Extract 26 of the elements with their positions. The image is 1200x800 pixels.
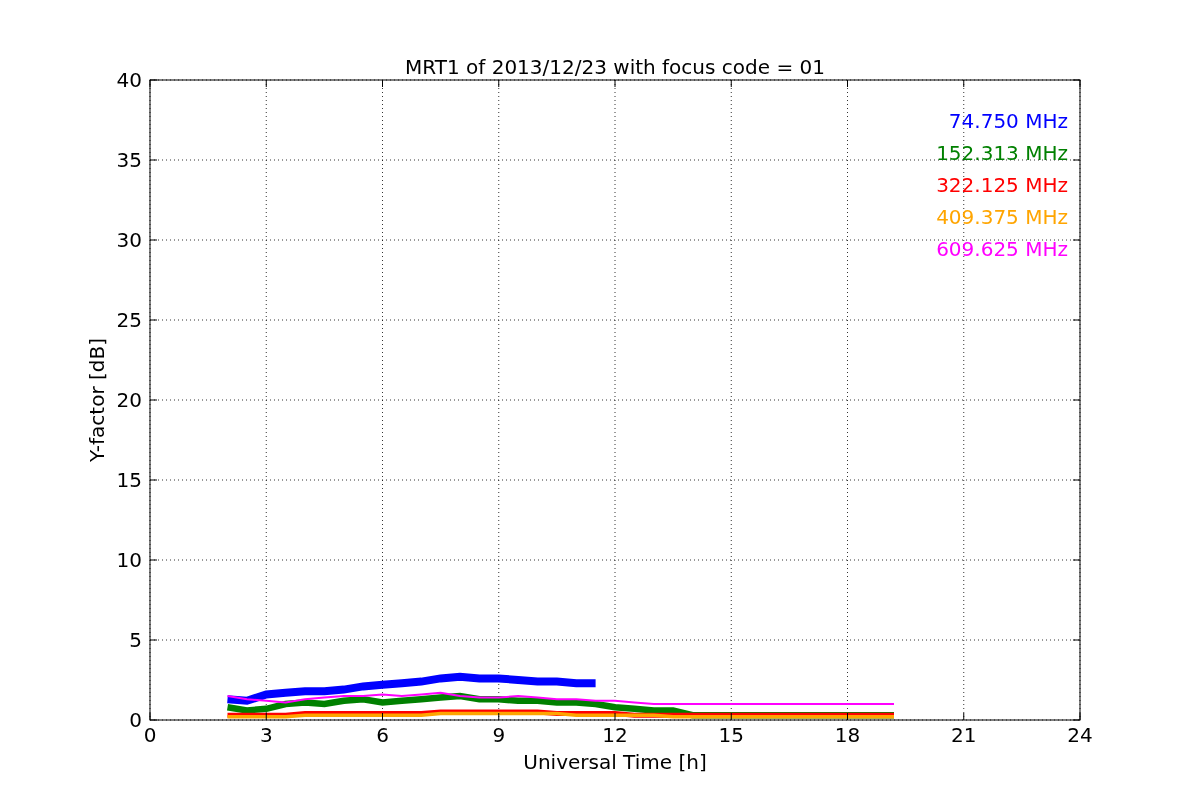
tick-label: 3 <box>259 723 273 747</box>
tick-label: 12 <box>602 723 628 747</box>
tick-label: 0 <box>129 708 142 732</box>
tick-label: 0 <box>143 723 157 747</box>
legend-label: 322.125 MHz <box>936 173 1068 197</box>
tick-label: 21 <box>951 723 977 747</box>
tick-label: 30 <box>116 228 142 252</box>
tick-label: 35 <box>116 148 142 172</box>
tick-label: 40 <box>116 68 142 92</box>
tick-label: 20 <box>116 388 142 412</box>
tick-label: 5 <box>129 628 142 652</box>
tick-label: 15 <box>718 723 744 747</box>
tick-label: 24 <box>1067 723 1093 747</box>
legend-label: 74.750 MHz <box>948 109 1068 133</box>
axis-label: Universal Time [h] <box>523 750 707 774</box>
tick-label: 15 <box>116 468 142 492</box>
tick-label: 18 <box>834 723 861 747</box>
legend-label: 409.375 MHz <box>936 205 1068 229</box>
legend-label: 609.625 MHz <box>936 237 1068 261</box>
tick-label: 9 <box>492 723 506 747</box>
tick-label: 25 <box>116 308 142 332</box>
tick-label: 6 <box>376 723 389 747</box>
legend-label: 152.313 MHz <box>936 141 1068 165</box>
axis-label: Y-factor [dB] <box>85 338 109 462</box>
tick-label: 10 <box>116 548 142 572</box>
chart-title: MRT1 of 2013/12/23 with focus code = 01 <box>405 55 825 79</box>
